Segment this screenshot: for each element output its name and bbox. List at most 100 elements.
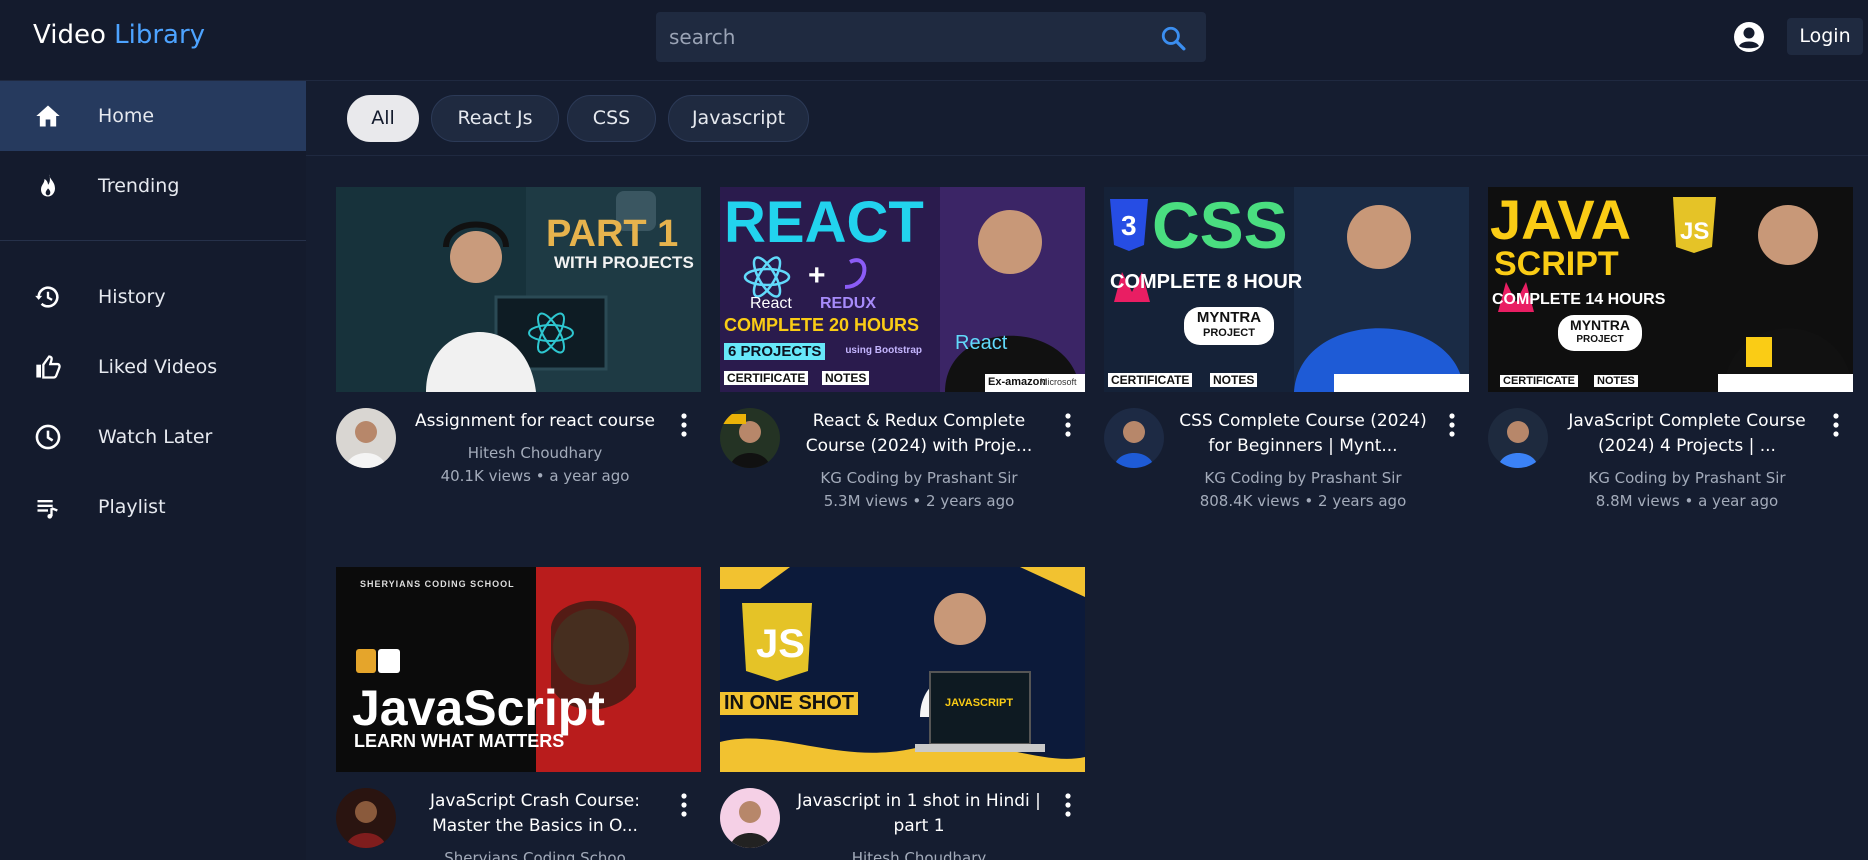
sidebar-item-liked-videos[interactable]: Liked Videos: [0, 332, 306, 402]
video-thumbnail[interactable]: PART 1 WITH PROJECTS: [336, 187, 701, 392]
thumbnail-amazon-label: Ex-amazon: [988, 376, 1047, 388]
video-thumbnail[interactable]: + REACT React REDUX COMPLETE 20 HOURS 6 …: [720, 187, 1085, 392]
thumbnail-project-label: PROJECT: [1576, 334, 1624, 345]
thumbnail-script-label: SCRIPT: [1494, 245, 1619, 283]
thumbnail-school-label: SHERYIANS CODING SCHOOL: [360, 579, 515, 589]
chip-css[interactable]: CSS: [567, 95, 656, 142]
video-card[interactable]: JS JAVA SCRIPT COMPLETE 14 HOURS MYNTRA …: [1488, 187, 1853, 527]
thumbnail-myntra-label: MYNTRA: [1196, 309, 1262, 326]
playlist-icon: [37, 500, 58, 519]
video-thumbnail[interactable]: JS IN ONE SHOT JAVASCRIPT: [720, 567, 1085, 772]
sidebar-item-history[interactable]: History: [0, 262, 306, 332]
login-button[interactable]: Login: [1787, 18, 1863, 55]
channel-avatar[interactable]: [1104, 408, 1164, 468]
channel-name[interactable]: Hitesh Choudhary: [404, 444, 666, 462]
sidebar-item-label: History: [98, 286, 166, 308]
thumbnail-laptop-label: JAVASCRIPT: [945, 697, 1014, 709]
thumbnail-title: REACT: [724, 190, 924, 255]
account-circle-icon[interactable]: [1733, 21, 1765, 53]
search-input[interactable]: [656, 12, 1136, 62]
more-options-icon[interactable]: [674, 791, 694, 819]
video-meta: 808.4K views • 2 years ago: [1199, 492, 1407, 510]
thumbnail-subtitle: COMPLETE 20 HOURS: [724, 315, 920, 335]
thumbnail-notes-label: NOTES: [1210, 373, 1258, 387]
sidebar-item-playlist[interactable]: Playlist: [0, 472, 306, 542]
channel-avatar[interactable]: [720, 788, 780, 848]
sidebar-item-home[interactable]: Home: [0, 81, 306, 151]
thumbnail-subtitle: COMPLETE 14 HOURS: [1492, 291, 1666, 308]
thumbnail-redux-label: REDUX: [820, 295, 877, 312]
thumbnail-certificate-label: CERTIFICATE: [1108, 373, 1193, 387]
chip-javascript[interactable]: Javascript: [668, 95, 809, 142]
video-title[interactable]: JavaScript Crash Course: Master the Basi…: [404, 789, 666, 839]
video-card[interactable]: 3 CSS COMPLETE 8 HOUR MYNTRA PROJECT CER…: [1104, 187, 1469, 527]
more-options-icon[interactable]: [1058, 791, 1078, 819]
svg-text:JS: JS: [756, 622, 805, 666]
video-card[interactable]: PART 1 WITH PROJECTS Assignment for reac…: [336, 187, 701, 527]
video-meta: 5.3M views • 2 years ago: [823, 492, 1015, 510]
thumbnail-notes-label: NOTES: [822, 371, 870, 385]
brand-part-video: Video: [33, 20, 106, 50]
thumbnail-subtitle: COMPLETE 8 HOUR: [1110, 271, 1303, 293]
thumbnail-myntra-badge: MYNTRA PROJECT: [1558, 315, 1642, 351]
thumbnail-certificate-label: CERTIFICATE: [724, 371, 809, 385]
sidebar-item-label: Playlist: [98, 496, 166, 518]
video-title[interactable]: JavaScript Complete Course (2024) 4 Proj…: [1556, 409, 1818, 459]
channel-name[interactable]: Sheryians Coding Schoo: [404, 849, 666, 860]
channel-avatar[interactable]: [336, 788, 396, 848]
sidebar-item-label: Home: [98, 105, 155, 127]
thumbnail-certificate-label: CERTIFICATE: [1500, 375, 1578, 387]
filter-chip-bar: All React Js CSS Javascript: [306, 81, 1868, 156]
sidebar-item-watch-later[interactable]: Watch Later: [0, 402, 306, 472]
thumbnail-react-label: React: [750, 295, 792, 312]
history-icon: [35, 286, 59, 308]
channel-name[interactable]: KG Coding by Prashant Sir: [1172, 469, 1434, 487]
video-card[interactable]: SHERYIANS CODING SCHOOL JavaScript LEARN…: [336, 567, 701, 860]
video-title[interactable]: React & Redux Complete Course (2024) wit…: [788, 409, 1050, 459]
channel-avatar[interactable]: [336, 408, 396, 468]
sidebar-item-trending[interactable]: Trending: [0, 151, 306, 221]
video-title[interactable]: CSS Complete Course (2024) for Beginners…: [1172, 409, 1434, 459]
more-options-icon[interactable]: [1826, 411, 1846, 439]
video-thumbnail[interactable]: 3 CSS COMPLETE 8 HOUR MYNTRA PROJECT CER…: [1104, 187, 1469, 392]
search-icon[interactable]: [1160, 25, 1186, 51]
thumbnail-title: JavaScript: [352, 680, 605, 736]
more-options-icon[interactable]: [1058, 411, 1078, 439]
thumbnail-subtitle: WITH PROJECTS: [554, 253, 694, 272]
thumbnail-subtitle: LEARN WHAT MATTERS: [354, 731, 565, 751]
home-icon: [36, 105, 60, 127]
thumbnail-shirt-label: React: [955, 332, 1008, 354]
video-thumbnail[interactable]: SHERYIANS CODING SCHOOL JavaScript LEARN…: [336, 567, 701, 772]
video-meta: 40.1K views • a year ago: [440, 467, 630, 485]
video-title[interactable]: Assignment for react course: [404, 409, 666, 434]
chip-all[interactable]: All: [347, 95, 419, 142]
more-options-icon[interactable]: [674, 411, 694, 439]
channel-avatar[interactable]: [1488, 408, 1548, 468]
thumbnail-projects-badge: 6 PROJECTS: [724, 343, 826, 360]
thumbnail-notes-label: NOTES: [1594, 375, 1638, 387]
thumbnail-myntra-badge: MYNTRA PROJECT: [1184, 307, 1274, 345]
video-card[interactable]: + REACT React REDUX COMPLETE 20 HOURS 6 …: [720, 187, 1085, 527]
brand-logo[interactable]: Video Library: [33, 20, 205, 50]
sidebar-divider: [0, 240, 306, 241]
video-card[interactable]: JS IN ONE SHOT JAVASCRIPT Javascript in …: [720, 567, 1085, 860]
channel-name[interactable]: KG Coding by Prashant Sir: [788, 469, 1050, 487]
video-meta: 8.8M views • a year ago: [1595, 492, 1779, 510]
video-title[interactable]: Javascript in 1 shot in Hindi | part 1: [788, 789, 1050, 839]
thumbnail-microsoft-label: Microsoft: [1040, 377, 1077, 387]
sidebar: Home Trending History Liked Videos Watch…: [0, 81, 306, 860]
thumbnail-bootstrap-label: using Bootstrap: [845, 345, 922, 356]
channel-name[interactable]: KG Coding by Prashant Sir: [1556, 469, 1818, 487]
video-thumbnail[interactable]: JS JAVA SCRIPT COMPLETE 14 HOURS MYNTRA …: [1488, 187, 1853, 392]
thumbnail-project-label: PROJECT: [1203, 327, 1255, 339]
thumbnail-myntra-label: MYNTRA: [1570, 317, 1630, 333]
thumbs-up-icon: [36, 355, 61, 379]
fire-icon: [41, 174, 55, 197]
search-bar: [656, 12, 1206, 62]
chip-react-js[interactable]: React Js: [431, 95, 559, 142]
channel-avatar[interactable]: [720, 408, 780, 468]
channel-name[interactable]: Hitesh Choudhary: [788, 849, 1050, 860]
svg-text:+: +: [808, 259, 826, 292]
more-options-icon[interactable]: [1442, 411, 1462, 439]
sidebar-item-label: Liked Videos: [98, 356, 218, 378]
